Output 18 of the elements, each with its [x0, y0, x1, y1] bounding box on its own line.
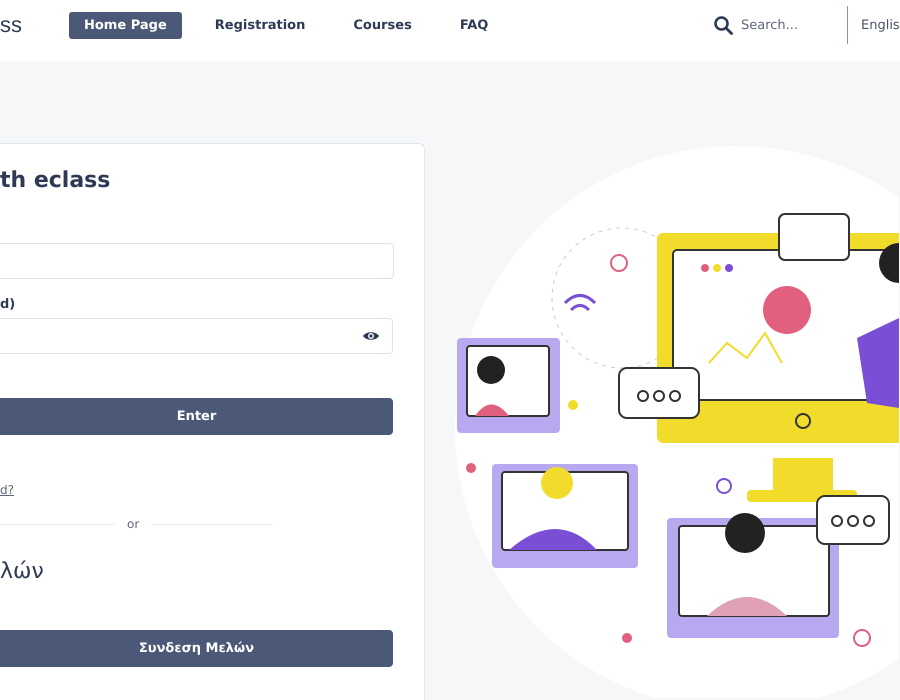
- forgot-password-link[interactable]: d?: [0, 483, 14, 497]
- logo-text[interactable]: ss: [0, 12, 69, 38]
- nav-tab[interactable]: Registration: [200, 12, 320, 38]
- members-title: λών: [0, 559, 45, 584]
- enter-button[interactable]: Enter: [0, 398, 393, 435]
- eye-icon[interactable]: [362, 330, 380, 342]
- password-field[interactable]: [0, 318, 393, 354]
- card-title: th eclass: [0, 168, 112, 193]
- search-field[interactable]: Search...: [739, 16, 833, 34]
- members-login-button[interactable]: Συνδεση Μελών: [0, 630, 393, 667]
- search-icon[interactable]: [713, 15, 733, 35]
- nav-tab[interactable]: FAQ: [444, 12, 504, 38]
- username-field[interactable]: [0, 243, 394, 279]
- or-divider-text: or: [127, 517, 140, 531]
- nav-tab[interactable]: Home Page: [69, 12, 182, 38]
- password-label: d): [0, 297, 16, 312]
- nav-tab[interactable]: Courses: [338, 12, 427, 38]
- language-selector[interactable]: Englis: [861, 18, 900, 32]
